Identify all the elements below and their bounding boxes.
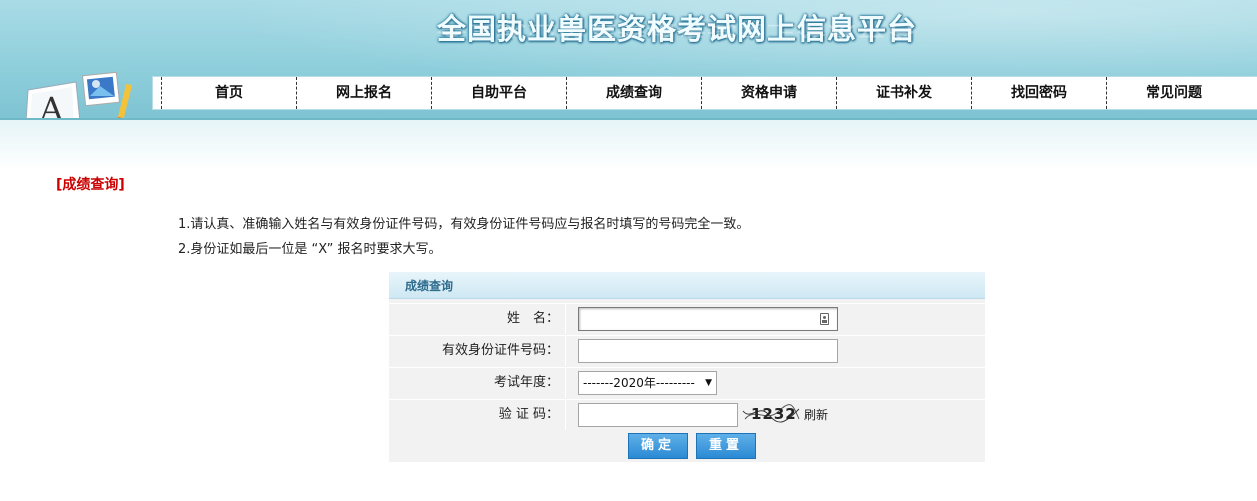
submit-button[interactable]: 确定 (628, 433, 688, 459)
refresh-captcha-link[interactable]: 刷新 (804, 406, 828, 423)
nav-item-certificate-reissue[interactable]: 证书补发 (836, 77, 971, 109)
year-row: 考试年度： -------2020年--------- ▼ (389, 367, 985, 398)
captcha-input[interactable] (578, 403, 738, 427)
exam-year-select[interactable]: -------2020年--------- ▼ (578, 371, 717, 395)
name-label: 姓 名： (389, 304, 566, 334)
header-fade (0, 120, 1257, 170)
instructions: 1.请认真、准确输入姓名与有效身份证件号码，有效身份证件号码应与报名时填写的号码… (178, 212, 749, 262)
contact-card-icon[interactable] (820, 313, 829, 325)
captcha-text: 1232 (751, 405, 797, 423)
reset-button[interactable]: 重置 (696, 433, 756, 459)
form-title: 成绩查询 (389, 272, 985, 299)
logo-icon: A (25, 71, 133, 120)
nav-item-self-service[interactable]: 自助平台 (431, 77, 566, 109)
main-nav: 首页 网上报名 自助平台 成绩查询 资格申请 证书补发 找回密码 常见问题 (152, 76, 1257, 110)
instruction-1: 1.请认真、准确输入姓名与有效身份证件号码，有效身份证件号码应与报名时填写的号码… (178, 217, 750, 232)
site-title-reflection: 全国执业兽医资格考试网上信息平台 (437, 22, 918, 39)
section-label: [成绩查询] (56, 177, 125, 193)
nav-item-recover-password[interactable]: 找回密码 (971, 77, 1106, 109)
exam-year-selected: -------2020年--------- (583, 376, 695, 390)
id-label: 有效身份证件号码： (389, 336, 566, 366)
nav-item-online-registration[interactable]: 网上报名 (296, 77, 431, 109)
dropdown-arrow-icon: ▼ (705, 378, 712, 388)
nav-item-score-query[interactable]: 成绩查询 (566, 77, 701, 109)
score-query-form: 成绩查询 姓 名： 有效身份证件号码： 考试年度： -------2020年--… (389, 272, 985, 462)
captcha-image[interactable]: 1232 (741, 401, 801, 425)
svg-text:A: A (39, 90, 64, 120)
nav-item-faq[interactable]: 常见问题 (1106, 77, 1241, 109)
name-row: 姓 名： (389, 303, 985, 334)
nav-item-qualification-application[interactable]: 资格申请 (701, 77, 836, 109)
name-input[interactable] (578, 307, 838, 331)
year-label: 考试年度： (389, 368, 566, 398)
instruction-2: 2.身份证如最后一位是 “X” 报名时要求大写。 (178, 242, 442, 257)
site-header: 全国执业兽医资格考试网上信息平台 全国执业兽医资格考试网上信息平台 A 首页 网… (0, 0, 1257, 120)
nav-item-home[interactable]: 首页 (161, 77, 296, 109)
captcha-row: 验 证 码： 1232 刷新 (389, 399, 985, 430)
id-row: 有效身份证件号码： (389, 335, 985, 366)
id-number-input[interactable] (578, 339, 838, 363)
captcha-label: 验 证 码： (389, 400, 566, 430)
